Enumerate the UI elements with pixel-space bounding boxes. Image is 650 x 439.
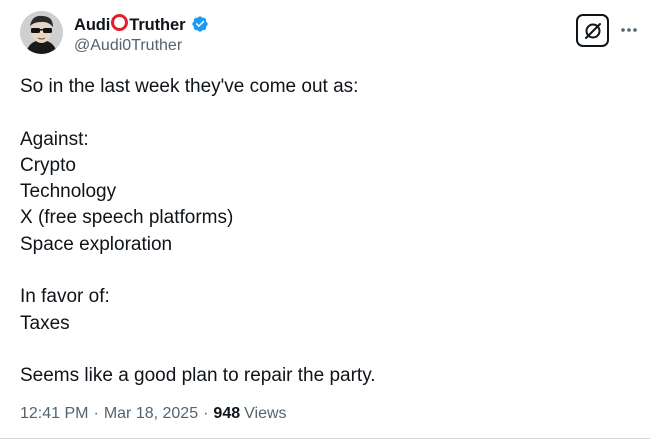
more-options-button[interactable] (617, 18, 641, 42)
display-name-prefix: Audi (74, 16, 111, 34)
display-name-circle-icon (111, 14, 129, 31)
more-options-icon (621, 28, 637, 32)
tweet-line: Taxes (20, 312, 70, 334)
tweet-line: Space exploration (20, 233, 173, 255)
author-handle[interactable]: @Audi0Truther (74, 37, 182, 55)
tweet-line: Against: (20, 128, 89, 150)
avatar-image (20, 11, 63, 54)
tweet-line: Seems like a good plan to repair the par… (20, 365, 376, 387)
tweet-date[interactable]: Mar 18, 2025 (104, 405, 198, 423)
tweet: Audi Truther @Audi0Truther So in the last… (0, 0, 650, 439)
tweet-line: So in the last week they've come out as: (20, 76, 359, 97)
grok-icon (584, 22, 601, 39)
tweet-line: Technology (20, 181, 117, 203)
author-name-row[interactable]: Audi Truther (74, 14, 209, 34)
views-label[interactable]: Views (244, 405, 286, 423)
tweet-time[interactable]: 12:41 PM (20, 405, 88, 423)
verified-badge-icon[interactable] (191, 15, 209, 33)
grok-button[interactable] (576, 14, 609, 47)
avatar[interactable] (20, 11, 63, 54)
tweet-line: In favor of: (20, 286, 110, 308)
tweet-line: X (free speech platforms) (20, 207, 234, 229)
display-name[interactable]: Audi Truther (74, 13, 186, 35)
tweet-meta: 12:41 PM · Mar 18, 2025 · 948 Views (20, 405, 287, 423)
tweet-line: Crypto (20, 154, 76, 176)
views-count[interactable]: 948 (213, 405, 240, 423)
meta-separator: · (203, 405, 209, 422)
tweet-text: So in the last week they've come out as:… (20, 74, 376, 390)
display-name-suffix: Truther (129, 16, 186, 34)
meta-separator: · (93, 405, 99, 422)
